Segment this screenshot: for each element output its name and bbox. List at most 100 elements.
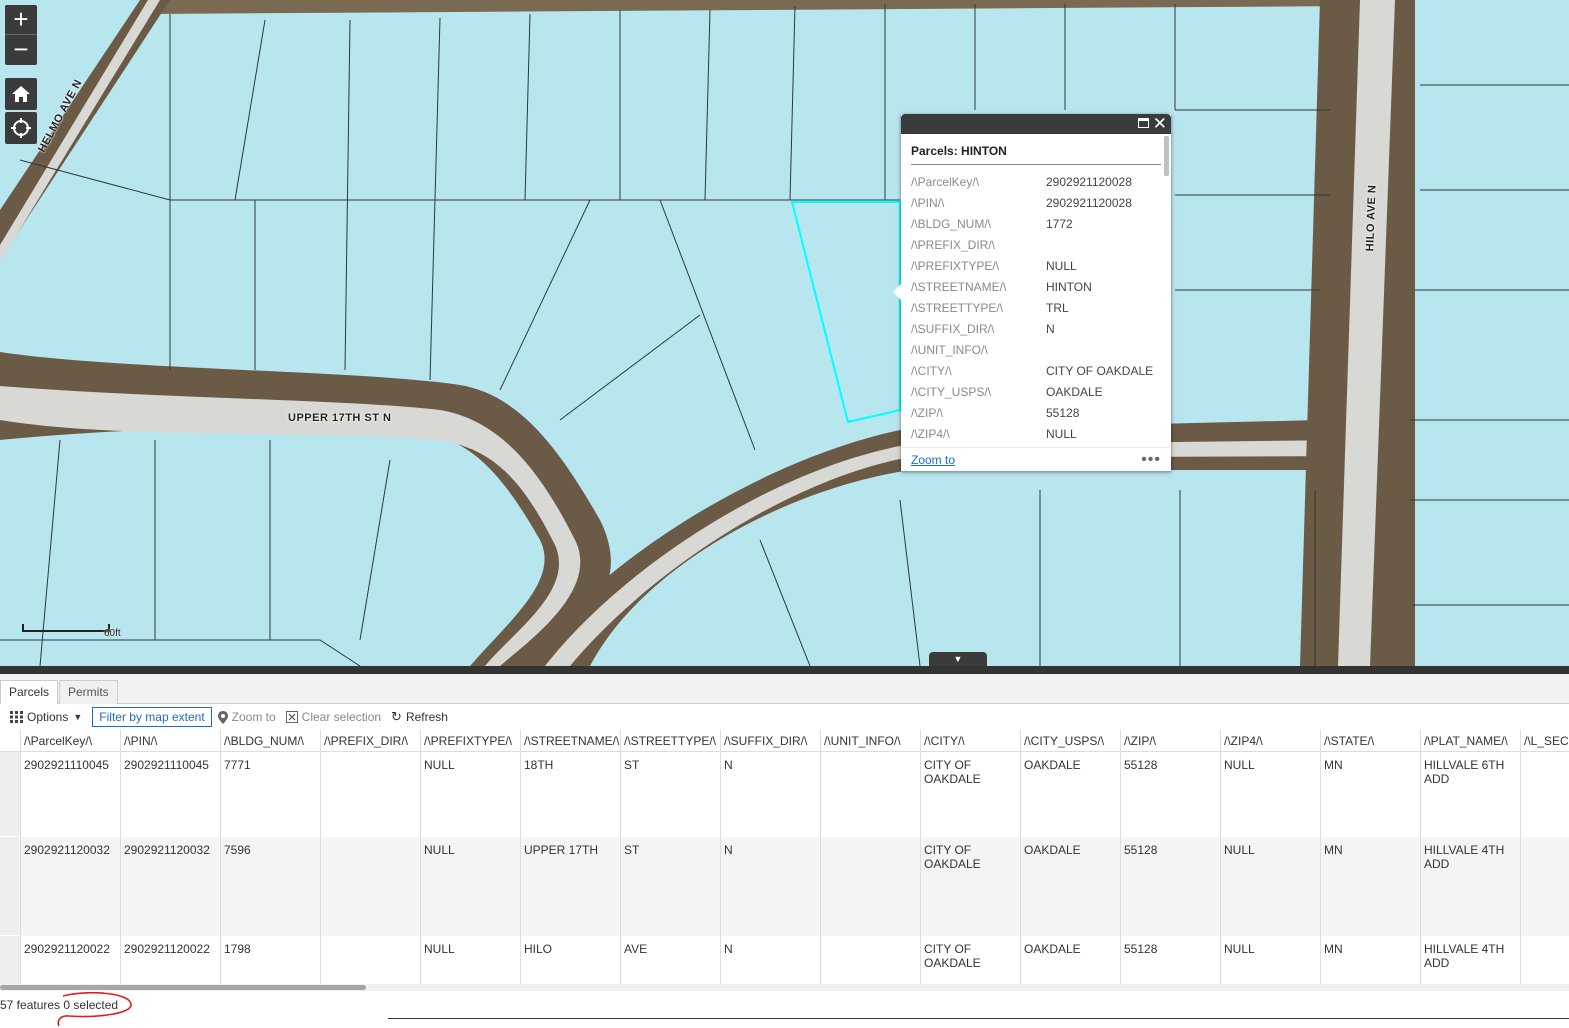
- maximize-icon[interactable]: [1138, 118, 1149, 128]
- table-cell: MN: [1321, 837, 1421, 936]
- table-toolbar: Options ▼ Filter by map extent Zoom to C…: [0, 704, 1569, 730]
- scale-label: 60ft: [104, 628, 121, 639]
- road-label-hilo: HILO AVE N: [1364, 184, 1379, 252]
- column-header[interactable]: /\L_SECT: [1521, 730, 1569, 752]
- attribute-key: /\PREFIXTYPE/\: [911, 258, 1000, 273]
- refresh-button[interactable]: ↻ Refresh: [391, 709, 448, 725]
- row-select-handle[interactable]: [0, 837, 21, 936]
- table-cell: NULL: [421, 752, 521, 837]
- table-cell: [821, 936, 921, 986]
- column-header[interactable]: /\PIN/\: [121, 730, 221, 752]
- zoom-to-link[interactable]: Zoom to: [911, 453, 955, 467]
- column-header[interactable]: /\ParcelKey/\: [21, 730, 121, 752]
- table-cell: NULL: [421, 837, 521, 936]
- home-button[interactable]: [5, 78, 37, 110]
- attribute-value: NULL: [1046, 426, 1077, 441]
- popup-attribute-row: /\BLDG_NUM/\ 1772: [911, 213, 1153, 234]
- zoom-to-button[interactable]: Zoom to: [217, 710, 276, 724]
- options-menu[interactable]: Options ▼: [10, 710, 82, 724]
- table-cell: CITY OF OAKDALE: [921, 752, 1021, 837]
- locate-button[interactable]: [5, 112, 37, 144]
- popup-attribute-row: /\STREETNAME/\ HINTON: [911, 276, 1153, 297]
- footer-divider: [388, 1018, 1569, 1019]
- row-select-handle[interactable]: [0, 936, 21, 986]
- popup-scrollbar[interactable]: [1164, 136, 1169, 176]
- attribute-key: /\PIN/\: [911, 195, 945, 210]
- zoom-in-button[interactable]: +: [5, 5, 37, 35]
- popup-title: Parcels: HINTON: [911, 144, 1161, 165]
- popup-attribute-row: /\ZIP/\ 55128: [911, 402, 1153, 423]
- clear-selection-button[interactable]: Clear selection: [285, 710, 381, 724]
- table-cell: 2902921120022: [21, 936, 121, 986]
- column-header[interactable]: /\STREETNAME/\: [521, 730, 621, 752]
- locate-icon: [11, 118, 31, 138]
- attribute-value: [1046, 339, 1153, 360]
- select-column-header[interactable]: [0, 730, 21, 752]
- attribute-key: /\PREFIX_DIR/\: [911, 237, 996, 252]
- popup-attribute-row: /\CITY/\ CITY OF OAKDALE: [911, 360, 1153, 381]
- column-header[interactable]: /\ZIP/\: [1121, 730, 1221, 752]
- road-label-upper-17th: UPPER 17TH ST N: [288, 412, 392, 424]
- column-header[interactable]: /\PLAT_NAME/\: [1421, 730, 1521, 752]
- popup-body[interactable]: /\ParcelKey/\ 2902921120028 /\PIN/\ 2902921…: [901, 165, 1166, 451]
- zoom-out-button[interactable]: −: [5, 35, 37, 65]
- table-cell: UPPER 17TH: [521, 837, 621, 936]
- map-view[interactable]: + − HELMO AVE N UPPER 17TH ST N HILO AVE…: [0, 0, 1569, 666]
- column-header[interactable]: /\SUFFIX_DIR/\: [721, 730, 821, 752]
- table-tabs: Parcels Permits: [0, 674, 1569, 705]
- table-cell: NULL: [421, 936, 521, 986]
- close-icon[interactable]: ✕: [1153, 114, 1167, 134]
- table-cell: CITY OF OAKDALE: [921, 837, 1021, 936]
- map-pin-icon: [217, 710, 228, 724]
- more-actions-icon[interactable]: •••: [1141, 451, 1161, 469]
- column-header[interactable]: /\STATE/\: [1321, 730, 1421, 752]
- attribute-value: [1046, 234, 1153, 255]
- attribute-table: /\ParcelKey/\/\PIN/\/\BLDG_NUM/\/\PREFIX…: [0, 730, 1569, 986]
- features-count: 57 features: [0, 998, 61, 1012]
- parcel-basemap: [0, 0, 1569, 666]
- table-cell: 2902921120032: [21, 837, 121, 936]
- column-header[interactable]: /\PREFIXTYPE/\: [421, 730, 521, 752]
- horizontal-scrollbar[interactable]: [0, 984, 1569, 991]
- table-cell: 2902921120032: [121, 837, 221, 936]
- tab-parcels[interactable]: Parcels: [0, 680, 59, 705]
- table-row[interactable]: 2902921120022 2902921120022 1798 NULL HILO AV…: [0, 936, 1569, 986]
- table-cell: [821, 837, 921, 936]
- table-cell: HILLVALE 6TH ADD: [1421, 752, 1521, 837]
- scrollbar-thumb[interactable]: [0, 985, 366, 990]
- table-cell: NULL: [1221, 837, 1321, 936]
- column-header[interactable]: /\PREFIX_DIR/\: [321, 730, 421, 752]
- chevron-down-icon: ▼: [73, 712, 83, 722]
- table-cell: [1521, 837, 1569, 936]
- table-cell: AVE: [621, 936, 721, 986]
- feature-popup: ✕ Parcels: HINTON /\ParcelKey/\ 290292112…: [893, 114, 1171, 471]
- column-header[interactable]: /\STREETTYPE/\: [621, 730, 721, 752]
- table-row[interactable]: 2902921120032 2902921120032 7596 NULL UPPER …: [0, 837, 1569, 936]
- table-cell: 7596: [221, 837, 321, 936]
- column-header[interactable]: /\UNIT_INFO/\: [821, 730, 921, 752]
- table-cell: N: [721, 752, 821, 837]
- panel-divider[interactable]: [0, 666, 1569, 674]
- attribute-value: CITY OF OAKDALE: [1046, 363, 1154, 378]
- attribute-key: /\ZIP4/\: [911, 426, 950, 441]
- collapse-table-handle[interactable]: ▼: [929, 652, 987, 666]
- column-header[interactable]: /\ZIP4/\: [1221, 730, 1321, 752]
- column-header[interactable]: /\CITY_USPS/\: [1021, 730, 1121, 752]
- tab-permits[interactable]: Permits: [59, 680, 118, 704]
- attribute-value: OAKDALE: [1046, 384, 1103, 399]
- attribute-value: 2902921120028: [1046, 195, 1132, 210]
- table-cell: N: [721, 936, 821, 986]
- column-header[interactable]: /\BLDG_NUM/\: [221, 730, 321, 752]
- table-cell: OAKDALE: [1021, 936, 1121, 986]
- row-select-handle[interactable]: [0, 752, 21, 837]
- table-cell: OAKDALE: [1021, 837, 1121, 936]
- column-header[interactable]: /\CITY/\: [921, 730, 1021, 752]
- table-cell: NULL: [1221, 752, 1321, 837]
- refresh-label: Refresh: [405, 710, 448, 724]
- home-icon: [12, 86, 30, 102]
- table-cell: CITY OF OAKDALE: [921, 936, 1021, 986]
- table-cell: 2902921120022: [121, 936, 221, 986]
- table-row[interactable]: 2902921110045 2902921110045 7771 NULL 18TH ST…: [0, 752, 1569, 837]
- table-cell: [1521, 752, 1569, 837]
- filter-by-extent-button[interactable]: Filter by map extent: [92, 707, 212, 727]
